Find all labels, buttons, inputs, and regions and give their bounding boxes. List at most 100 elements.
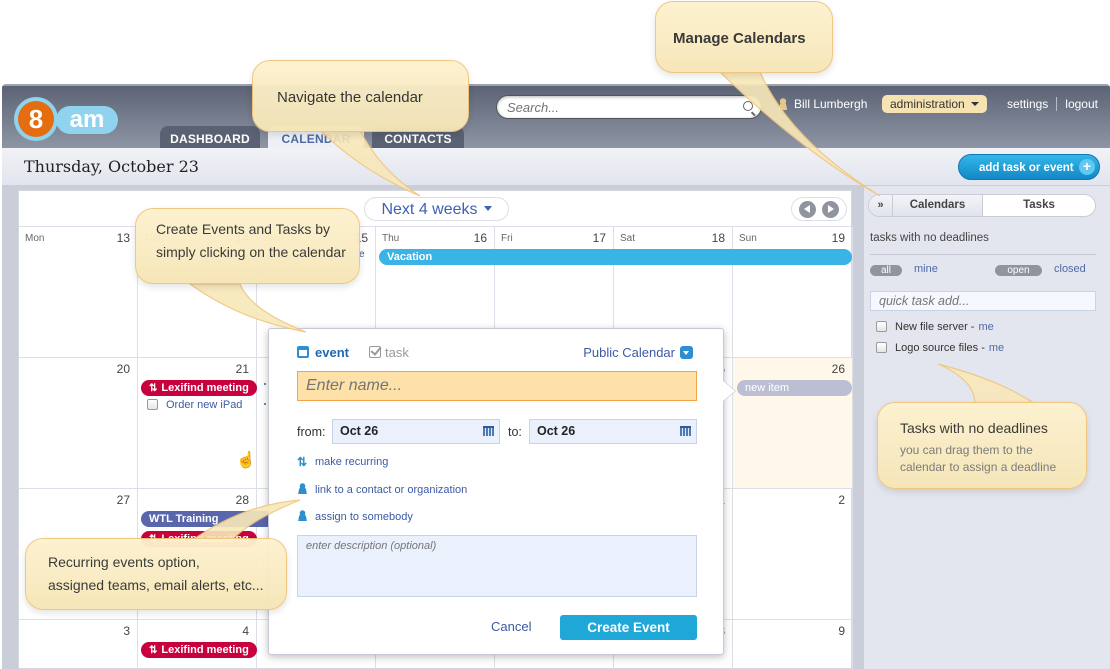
calendar-select[interactable]: Public Calendar xyxy=(583,345,693,360)
type-task-label: task xyxy=(385,345,409,360)
bullet-dot xyxy=(264,383,266,385)
task-label: Order new iPad xyxy=(166,399,243,411)
day-number: 19 xyxy=(831,231,845,245)
add-button-label: add task or event xyxy=(979,162,1074,174)
day-number: 20 xyxy=(116,362,130,376)
quick-task-input[interactable] xyxy=(870,291,1096,311)
user-info: Bill Lumbergh xyxy=(778,97,867,111)
callout-text: Navigate the calendar xyxy=(277,89,423,106)
day-number: 16 xyxy=(473,231,487,245)
to-date-field[interactable]: Oct 26 xyxy=(529,419,697,444)
day-number: 17 xyxy=(592,231,606,245)
calendar-select-label: Public Calendar xyxy=(583,345,675,360)
date-picker-icon[interactable] xyxy=(680,426,691,436)
assign-link[interactable]: assign to somebody xyxy=(297,510,413,523)
prev-arrow-icon[interactable] xyxy=(799,201,816,218)
logout-link[interactable]: logout xyxy=(1065,97,1098,111)
type-event-toggle[interactable]: event xyxy=(297,345,349,360)
task-label[interactable]: Logo source files - xyxy=(895,342,985,354)
task-checkbox[interactable] xyxy=(147,399,158,410)
day-cell[interactable]: Mon 13 xyxy=(19,227,138,358)
weekday-label: Fri xyxy=(501,233,513,244)
filter-closed[interactable]: closed xyxy=(1054,263,1086,275)
event-new-item[interactable]: new item xyxy=(737,380,852,396)
day-cell[interactable]: 3 xyxy=(19,620,138,669)
task-order-ipad[interactable]: Order new iPad xyxy=(147,399,242,411)
cancel-button[interactable]: Cancel xyxy=(491,619,531,634)
callout-text: Manage Calendars xyxy=(673,30,806,47)
task-item: New file server - me xyxy=(876,321,994,333)
task-assignee[interactable]: me xyxy=(989,342,1004,354)
search-icon[interactable] xyxy=(743,101,753,111)
weekday-label: Sun xyxy=(739,233,757,244)
plus-icon: + xyxy=(1079,159,1095,175)
date-picker-icon[interactable] xyxy=(483,426,494,436)
day-number: 4 xyxy=(242,624,249,638)
tab-dashboard[interactable]: DASHBOARD xyxy=(160,126,260,150)
filter-open[interactable]: open xyxy=(995,265,1042,276)
event-vacation[interactable]: Vacation xyxy=(379,249,852,265)
day-number: 28 xyxy=(235,493,249,507)
add-task-or-event-button[interactable]: add task or event + xyxy=(958,154,1100,180)
person-icon xyxy=(297,510,308,521)
filter-all[interactable]: all xyxy=(870,265,902,276)
day-number: 26 xyxy=(831,362,845,376)
new-event-popup: event task Public Calendar from: Oct 26 … xyxy=(268,328,724,655)
assign-label: assign to somebody xyxy=(315,511,413,523)
link-contact-link[interactable]: link to a contact or organization xyxy=(297,483,467,496)
event-lexifind-meeting[interactable]: ⇅Lexifind meeting xyxy=(141,380,257,396)
event-lexifind-meeting[interactable]: ⇅Lexifind meeting xyxy=(141,642,257,658)
weekday-label: Thu xyxy=(382,233,400,244)
description-input[interactable] xyxy=(297,535,697,597)
task-checkbox[interactable] xyxy=(876,321,887,332)
role-dropdown[interactable]: administration xyxy=(882,95,987,113)
tab-calendars[interactable]: Calendars xyxy=(893,195,983,216)
task-label[interactable]: New file server - xyxy=(895,321,974,333)
callout-text: Create Events and Tasks by xyxy=(156,221,331,237)
logo-8am[interactable]: 8 am xyxy=(12,94,122,144)
search-input[interactable] xyxy=(507,100,727,115)
person-icon xyxy=(297,483,308,494)
weekday-label: Sat xyxy=(620,233,636,244)
day-cell[interactable]: 26 xyxy=(733,358,853,489)
make-recurring-label: make recurring xyxy=(315,456,389,468)
day-cell[interactable]: 9 xyxy=(733,620,853,669)
next-arrow-icon[interactable] xyxy=(822,201,839,218)
page-title: Thursday, October 23 xyxy=(24,157,199,176)
task-checkbox[interactable] xyxy=(876,342,887,353)
calendar-icon xyxy=(297,346,309,358)
tab-tasks[interactable]: Tasks xyxy=(983,195,1095,216)
range-dropdown[interactable]: Next 4 weeks xyxy=(364,197,509,221)
make-recurring-link[interactable]: ⇅ make recurring xyxy=(297,456,388,468)
recurring-icon: ⇅ xyxy=(149,383,158,394)
callout-text: simply clicking on the calendar xyxy=(156,244,346,260)
filter-mine[interactable]: mine xyxy=(914,263,938,275)
link-contact-label: link to a contact or organization xyxy=(315,484,468,496)
chevron-down-icon xyxy=(483,206,492,211)
day-cell[interactable]: 2 xyxy=(733,489,853,620)
range-label: Next 4 weeks xyxy=(381,201,478,218)
day-number: 9 xyxy=(838,624,845,638)
create-event-button[interactable]: Create Event xyxy=(560,615,697,640)
day-number: 21 xyxy=(235,362,249,376)
expand-icon[interactable]: » xyxy=(869,195,893,216)
day-cell[interactable]: 20 xyxy=(19,358,138,489)
chevron-down-icon xyxy=(970,102,979,106)
day-cell[interactable]: Sun 19 xyxy=(733,227,853,358)
section-label: tasks with no deadlines xyxy=(870,232,989,244)
top-links: settings logout xyxy=(1007,97,1098,111)
event-name-input[interactable] xyxy=(297,371,697,401)
callout-title: Tasks with no deadlines xyxy=(900,420,1048,436)
type-task-toggle[interactable]: task xyxy=(369,345,409,360)
divider xyxy=(1056,97,1058,111)
day-number: 27 xyxy=(116,493,130,507)
day-number: 3 xyxy=(123,624,130,638)
hand-cursor-icon: ☝ xyxy=(236,452,256,469)
callout-text: assigned teams, email alerts, etc... xyxy=(48,577,264,593)
chevron-down-icon xyxy=(680,346,693,359)
task-assignee[interactable]: me xyxy=(978,321,993,333)
bullet-dot xyxy=(264,403,266,405)
from-date-field[interactable]: Oct 26 xyxy=(332,419,500,444)
to-label: to: xyxy=(508,425,522,439)
settings-link[interactable]: settings xyxy=(1007,97,1048,111)
